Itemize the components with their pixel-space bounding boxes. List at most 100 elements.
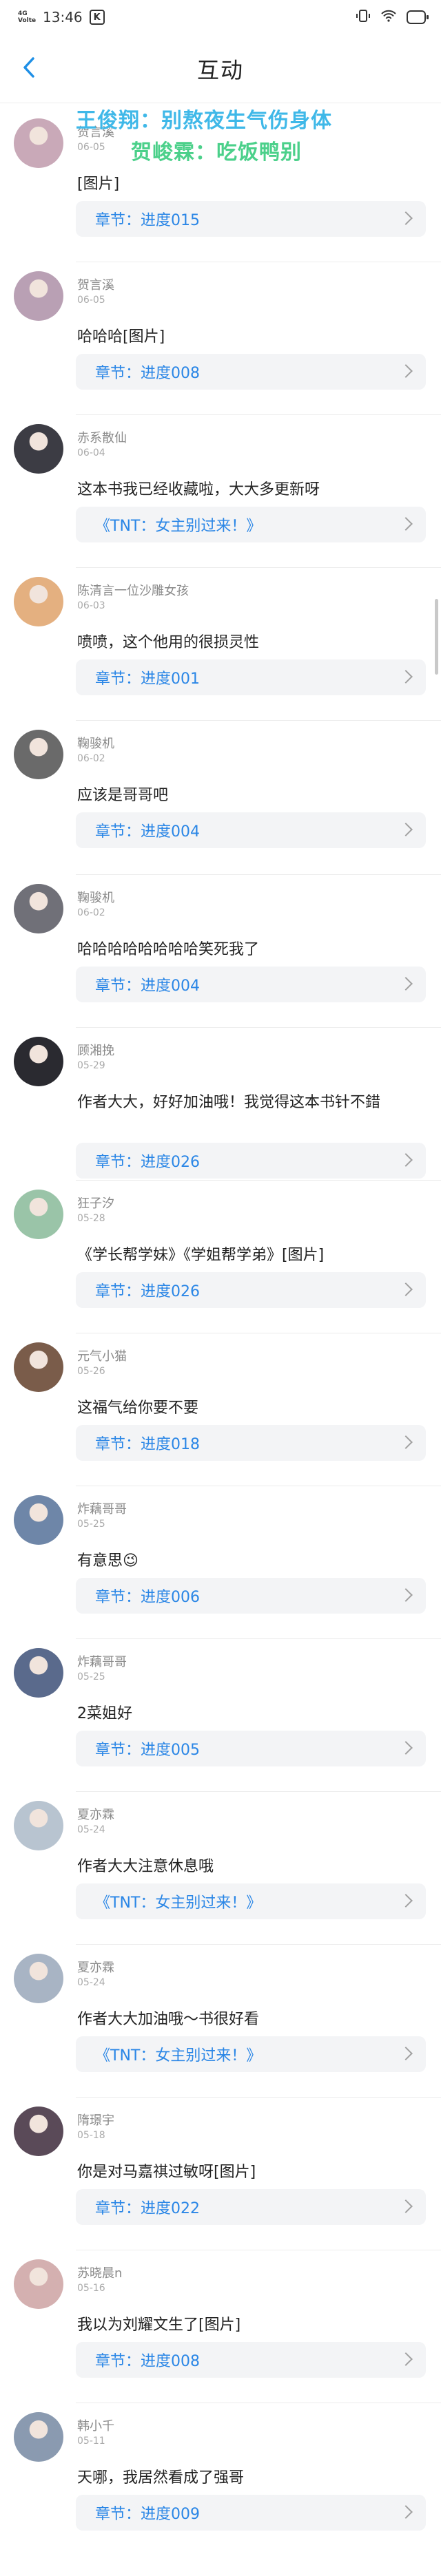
page-title: 互动 bbox=[196, 56, 244, 83]
comment-date: 06-02 bbox=[77, 753, 105, 764]
comment-text: 我以为刘耀文生了[图片] bbox=[77, 2316, 241, 2334]
avatar[interactable] bbox=[14, 424, 63, 474]
chevron-right-icon bbox=[399, 823, 413, 836]
avatar[interactable] bbox=[14, 1648, 63, 1698]
avatar[interactable] bbox=[14, 1190, 63, 1239]
chapter-label: 章节：进度026 bbox=[95, 1154, 200, 1171]
username[interactable]: 顾湘挽 bbox=[77, 1041, 114, 1059]
avatar[interactable] bbox=[14, 730, 63, 779]
username[interactable]: 韩小千 bbox=[77, 2416, 114, 2434]
comment-text: 你是对马嘉祺过敏呀[图片] bbox=[77, 2164, 256, 2181]
chapter-link[interactable]: 章节：进度006 bbox=[76, 1578, 426, 1614]
comment-text: 这本书我已经收藏啦，大大多更新呀 bbox=[77, 481, 320, 498]
username[interactable]: 鞠骏机 bbox=[77, 734, 114, 752]
chapter-link[interactable]: 章节：进度009 bbox=[76, 2495, 426, 2531]
status-right bbox=[356, 8, 429, 26]
chapter-label: 章节：进度009 bbox=[95, 2506, 200, 2523]
avatar[interactable] bbox=[14, 1342, 63, 1392]
divider bbox=[76, 720, 441, 721]
divider bbox=[76, 1791, 441, 1792]
chapter-link[interactable]: 章节：进度026 bbox=[76, 1143, 426, 1179]
avatar[interactable] bbox=[14, 271, 63, 321]
chapter-link[interactable]: 章节：进度022 bbox=[76, 2189, 426, 2225]
chapter-link[interactable]: 《TNT：女主别过来！》 bbox=[76, 507, 426, 542]
username[interactable]: 狂子汐 bbox=[77, 1194, 114, 1212]
comment-text: 作者大大注意休息哦 bbox=[77, 1858, 214, 1875]
username[interactable]: 炸藕哥哥 bbox=[77, 1652, 127, 1670]
username[interactable]: 陈清言一位沙雕女孩 bbox=[77, 581, 189, 599]
chapter-link[interactable]: 章节：进度015 bbox=[76, 201, 426, 237]
chapter-link[interactable]: 《TNT：女主别过来！》 bbox=[76, 2036, 426, 2072]
chevron-right-icon bbox=[399, 1153, 413, 1167]
comment-item: 鞠骏机 06-02 应该是哥哥吧 章节：进度004 bbox=[0, 727, 441, 865]
comment-text: 喷喷，这个他用的很损灵性 bbox=[77, 634, 260, 651]
chapter-label: 章节：进度026 bbox=[95, 1283, 200, 1300]
comment-text: 2菜姐好 bbox=[77, 1705, 132, 1722]
username[interactable]: 夏亦霖 bbox=[77, 1958, 114, 1976]
chevron-left-icon bbox=[21, 56, 37, 82]
divider bbox=[76, 414, 441, 415]
chapter-link[interactable]: 章节：进度004 bbox=[76, 967, 426, 1002]
chapter-label: 章节：进度004 bbox=[95, 823, 200, 841]
chevron-right-icon bbox=[399, 517, 413, 531]
chapter-link[interactable]: 章节：进度008 bbox=[76, 354, 426, 390]
comment-date: 05-26 bbox=[77, 1366, 105, 1377]
chapter-link[interactable]: 章节：进度008 bbox=[76, 2342, 426, 2378]
chapter-label: 章节：进度001 bbox=[95, 671, 200, 688]
avatar[interactable] bbox=[14, 1954, 63, 2003]
status-bar: 4G Volte 13:46 K bbox=[0, 0, 441, 34]
username[interactable]: 元气小猫 bbox=[77, 1347, 127, 1364]
avatar[interactable] bbox=[14, 118, 63, 168]
nav-bar: 互动 bbox=[0, 34, 441, 103]
username[interactable]: 隋璟宇 bbox=[77, 2111, 114, 2129]
username[interactable]: 苏晓晨n bbox=[77, 2263, 122, 2281]
comment-text: [图片] bbox=[77, 176, 120, 193]
comment-item: 元气小猫 05-26 这福气给你要不要 章节：进度018 bbox=[0, 1340, 441, 1477]
status-left: 4G Volte 13:46 K bbox=[18, 9, 105, 25]
chevron-right-icon bbox=[399, 2352, 413, 2366]
divider bbox=[76, 1638, 441, 1639]
username[interactable]: 鞠骏机 bbox=[77, 888, 114, 906]
clock: 13:46 bbox=[43, 9, 83, 25]
avatar[interactable] bbox=[14, 884, 63, 933]
chapter-link[interactable]: 《TNT：女主别过来！》 bbox=[76, 1883, 426, 1919]
username[interactable]: 贺言溪 bbox=[77, 275, 114, 293]
divider bbox=[76, 1027, 441, 1028]
chapter-link[interactable]: 章节：进度001 bbox=[76, 659, 426, 695]
username[interactable]: 贺言溪 bbox=[77, 123, 114, 140]
chevron-right-icon bbox=[399, 1588, 413, 1602]
comment-item: 贺言溪 06-05 [图片] 章节：进度015 bbox=[0, 116, 441, 253]
chapter-link[interactable]: 章节：进度004 bbox=[76, 812, 426, 848]
chapter-label: 章节：进度008 bbox=[95, 2353, 200, 2370]
chapter-link[interactable]: 章节：进度018 bbox=[76, 1425, 426, 1461]
comment-item: 贺言溪 06-05 哈哈哈[图片] 章节：进度008 bbox=[0, 268, 441, 406]
scrollbar[interactable] bbox=[435, 599, 438, 675]
avatar[interactable] bbox=[14, 577, 63, 626]
chevron-right-icon bbox=[399, 1282, 413, 1296]
comment-date: 06-04 bbox=[77, 447, 105, 458]
comment-list[interactable]: 贺言溪 06-05 [图片] 章节：进度015 贺言溪 06-05 哈哈哈[图片] 章节：进度… bbox=[0, 103, 441, 2576]
comment-text: 有意思😉 bbox=[77, 1552, 139, 1570]
chapter-link[interactable]: 章节：进度026 bbox=[76, 1272, 426, 1308]
chevron-right-icon bbox=[399, 2047, 413, 2060]
username[interactable]: 夏亦霖 bbox=[77, 1805, 114, 1823]
divider bbox=[76, 567, 441, 568]
comment-text: 作者大大加油哦～书很好看 bbox=[77, 2011, 260, 2028]
avatar[interactable] bbox=[14, 2259, 63, 2309]
chevron-right-icon bbox=[399, 1435, 413, 1449]
avatar[interactable] bbox=[14, 1037, 63, 1086]
back-button[interactable] bbox=[15, 55, 43, 83]
comment-text: 《学长帮学妹》《学姐帮学弟》[图片] bbox=[77, 1247, 325, 1264]
comment-item: 赤系散仙 06-04 这本书我已经收藏啦，大大多更新呀《TNT：女主别过来！》 bbox=[0, 421, 441, 559]
username[interactable]: 赤系散仙 bbox=[77, 428, 127, 446]
chapter-label: 章节：进度006 bbox=[95, 1589, 200, 1606]
chapter-link[interactable]: 章节：进度005 bbox=[76, 1731, 426, 1766]
divider bbox=[76, 2097, 441, 2098]
avatar[interactable] bbox=[14, 1801, 63, 1850]
comment-item: 炸藕哥哥 05-25 2菜姐好 章节：进度005 bbox=[0, 1645, 441, 1783]
avatar[interactable] bbox=[14, 2412, 63, 2462]
username[interactable]: 炸藕哥哥 bbox=[77, 1499, 127, 1517]
chevron-right-icon bbox=[399, 211, 413, 225]
avatar[interactable] bbox=[14, 1495, 63, 1545]
avatar[interactable] bbox=[14, 2107, 63, 2156]
